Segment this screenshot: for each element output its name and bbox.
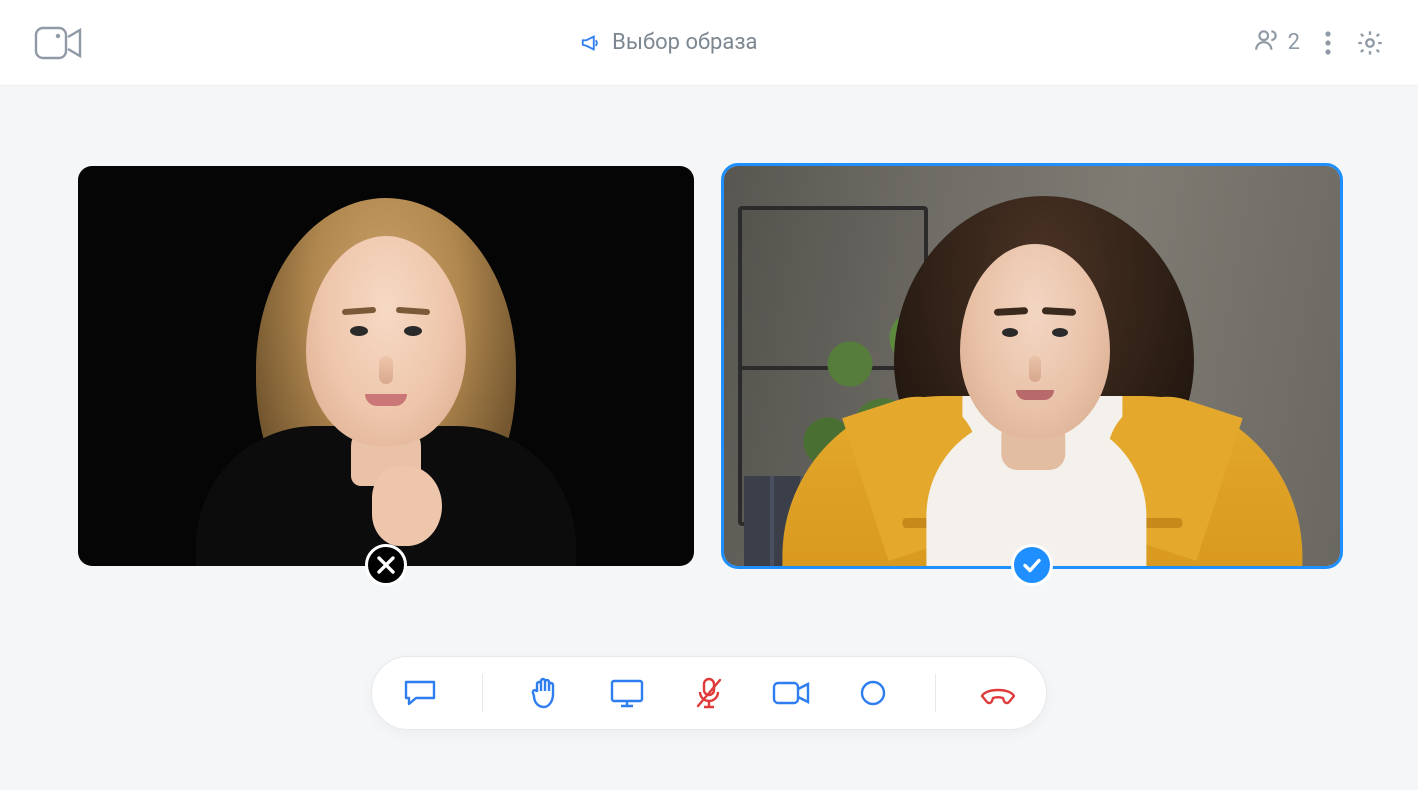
raise-hand-button[interactable] bbox=[525, 673, 565, 713]
accept-badge[interactable] bbox=[1011, 544, 1053, 586]
hangup-icon bbox=[979, 680, 1017, 706]
megaphone-icon bbox=[580, 32, 602, 54]
camera-button[interactable] bbox=[771, 673, 811, 713]
settings-button[interactable] bbox=[1356, 29, 1384, 57]
check-icon bbox=[1020, 553, 1044, 577]
reject-badge[interactable] bbox=[365, 544, 407, 586]
toolbar-separator bbox=[482, 674, 483, 712]
page-title: Выбор образа bbox=[612, 30, 757, 55]
more-button[interactable] bbox=[1324, 30, 1332, 56]
video-gallery bbox=[0, 166, 1418, 566]
gear-icon bbox=[1356, 29, 1384, 57]
participant-count: 2 bbox=[1288, 30, 1300, 55]
camera-icon bbox=[771, 679, 811, 707]
participant-video-1 bbox=[78, 166, 694, 566]
participant-tile-2[interactable] bbox=[724, 166, 1340, 566]
close-icon bbox=[374, 553, 398, 577]
participants-button[interactable]: 2 bbox=[1254, 27, 1300, 59]
call-toolbar bbox=[371, 656, 1047, 730]
end-call-button[interactable] bbox=[978, 673, 1018, 713]
participant-video-2 bbox=[724, 166, 1340, 566]
person-icon bbox=[1254, 27, 1280, 59]
screen-icon bbox=[609, 678, 645, 708]
participant-tile-1[interactable] bbox=[78, 166, 694, 566]
share-screen-button[interactable] bbox=[607, 673, 647, 713]
mic-button[interactable] bbox=[689, 673, 729, 713]
chat-icon bbox=[403, 678, 437, 708]
mic-off-icon bbox=[694, 676, 724, 710]
chat-button[interactable] bbox=[400, 673, 440, 713]
app-logo-icon bbox=[34, 26, 84, 60]
more-icon bbox=[1324, 30, 1332, 56]
hand-icon bbox=[530, 676, 560, 710]
record-icon bbox=[859, 679, 887, 707]
toolbar-separator bbox=[935, 674, 936, 712]
record-button[interactable] bbox=[853, 673, 893, 713]
top-bar: Выбор образа 2 bbox=[0, 0, 1418, 86]
